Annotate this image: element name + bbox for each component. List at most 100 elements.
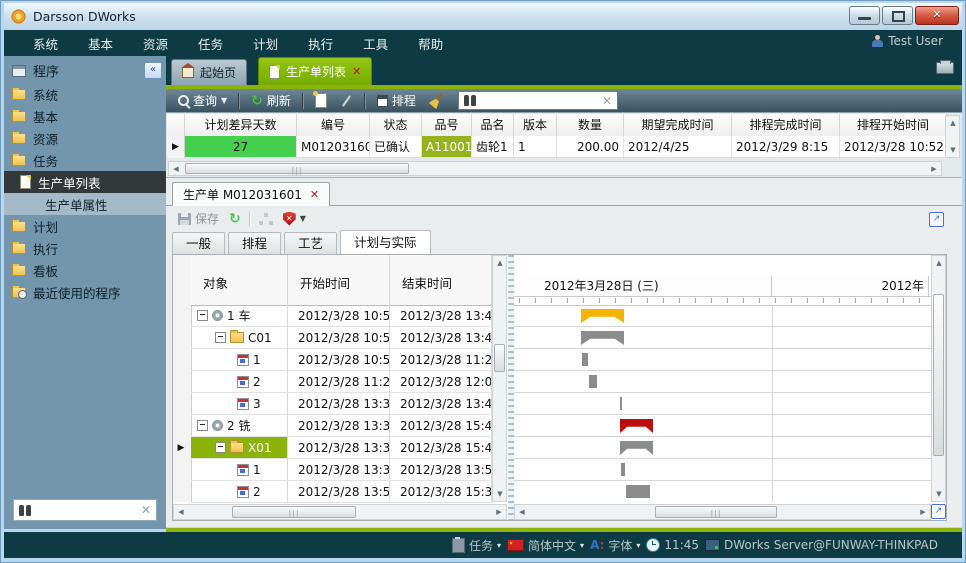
tree-column-header[interactable]: 开始时间 <box>288 255 390 305</box>
schedule-button[interactable]: 排程 <box>373 92 420 109</box>
tree-row[interactable]: 22012/3/28 11:222012/3/28 12:00 <box>191 371 492 393</box>
subtab-item[interactable]: 工艺 <box>284 232 337 254</box>
tab-production-order-list[interactable]: 生产单列表 ✕ <box>258 57 372 85</box>
column-header[interactable]: 编号 <box>297 114 370 136</box>
printer-icon[interactable] <box>936 62 954 74</box>
tree-vscroll-thumb[interactable] <box>494 344 505 372</box>
scroll-up-icon[interactable]: ▲ <box>946 116 960 130</box>
gantt-popout-icon[interactable]: ↗ <box>931 504 946 519</box>
column-header[interactable]: 期望完成时间 <box>624 114 732 136</box>
user-chip[interactable]: Test User <box>872 34 943 48</box>
scroll-left-icon[interactable]: ◀ <box>515 505 529 519</box>
detail-document-tab[interactable]: 生产单 M012031601 ✕ <box>172 182 330 206</box>
subtab-active[interactable]: 计划与实际 <box>340 230 431 254</box>
menu-item-2[interactable]: 资源 <box>128 34 183 53</box>
scroll-up-icon[interactable]: ▲ <box>493 256 507 270</box>
expander-collapse-icon[interactable] <box>197 420 208 431</box>
column-header[interactable]: 品号 <box>422 114 472 136</box>
sidebar-item[interactable]: 基本 <box>4 105 166 127</box>
grid-data-row[interactable]: ▶27M012031601已确认A11001齿轮11200.002012/4/2… <box>167 136 947 158</box>
expander-collapse-icon[interactable] <box>215 332 226 343</box>
column-header[interactable]: 版本 <box>514 114 557 136</box>
gantt-vscroll-thumb[interactable] <box>933 294 944 456</box>
tree-row[interactable]: X012012/3/28 13:302012/3/28 15:40 <box>191 437 492 459</box>
column-header[interactable]: 品名 <box>472 114 514 136</box>
close-button[interactable]: ✕ <box>915 6 959 25</box>
sidebar-item[interactable]: 最近使用的程序 <box>4 281 166 303</box>
gantt-hscrollbar[interactable]: ◀ ▶ <box>514 504 931 520</box>
tree-row[interactable]: 1 车2012/3/28 10:522012/3/28 13:40 <box>191 305 492 327</box>
font-menu[interactable]: A 字体 ▾ <box>590 537 640 554</box>
grid-hscrollbar[interactable]: ◀ ▶ <box>168 161 942 176</box>
tree-column-header[interactable]: 结束时间 <box>390 255 492 305</box>
scroll-left-icon[interactable]: ◀ <box>174 505 188 519</box>
menu-item-1[interactable]: 基本 <box>73 34 128 53</box>
popout-icon[interactable]: ↗ <box>929 212 944 227</box>
sidebar-item[interactable]: 生产单属性 <box>4 193 166 215</box>
scroll-up-icon[interactable]: ▲ <box>932 256 946 270</box>
menu-item-7[interactable]: 帮助 <box>403 34 458 53</box>
tab-close-icon[interactable]: ✕ <box>352 65 361 78</box>
sidebar-item[interactable]: 资源 <box>4 127 166 149</box>
gantt-bar[interactable] <box>626 485 650 498</box>
tree-row[interactable]: 22012/3/28 13:502012/3/28 15:30 <box>191 481 492 503</box>
clear-button[interactable] <box>425 93 449 109</box>
menu-item-5[interactable]: 执行 <box>293 34 348 53</box>
refresh-icon[interactable]: ↻ <box>229 213 241 225</box>
maximize-button[interactable] <box>882 6 913 25</box>
menu-item-3[interactable]: 任务 <box>183 34 238 53</box>
query-button[interactable]: 查询 ▼ <box>174 92 231 109</box>
column-header[interactable]: 排程完成时间 <box>732 114 840 136</box>
sidebar-search-box[interactable]: ✕ <box>13 499 157 521</box>
sidebar-search-clear-icon[interactable]: ✕ <box>141 503 151 517</box>
sidebar-item[interactable]: 系统 <box>4 83 166 105</box>
routing-icon[interactable] <box>259 213 273 225</box>
save-button[interactable]: 保存 <box>174 210 223 227</box>
gantt-vscrollbar[interactable]: ▲ ▼ <box>931 255 946 502</box>
toolbar-search-clear-icon[interactable]: ✕ <box>602 94 612 108</box>
sidebar-item[interactable]: 任务 <box>4 149 166 171</box>
scroll-down-icon[interactable]: ▼ <box>932 487 946 501</box>
validate-button[interactable]: ✕ ▼ <box>279 212 310 226</box>
detail-tab-close-icon[interactable]: ✕ <box>310 188 319 201</box>
column-header[interactable]: 状态 <box>370 114 422 136</box>
tab-home[interactable]: 起始页 <box>171 59 247 85</box>
refresh-button[interactable]: ↻ 刷新 <box>247 92 295 109</box>
grid-hscroll-thumb[interactable] <box>185 163 409 174</box>
tree-hscrollbar[interactable]: ◀ ▶ <box>173 504 507 520</box>
expander-collapse-icon[interactable] <box>215 442 226 453</box>
tree-hscroll-thumb[interactable] <box>232 506 356 518</box>
tree-row[interactable]: 32012/3/28 13:302012/3/28 13:40 <box>191 393 492 415</box>
sidebar-item[interactable]: 执行 <box>4 237 166 259</box>
scroll-left-icon[interactable]: ◀ <box>169 162 183 176</box>
minimize-button[interactable] <box>849 6 880 25</box>
gantt-bar[interactable] <box>589 375 597 388</box>
column-header[interactable]: 计划差异天数 <box>185 114 297 136</box>
column-header[interactable]: 排程开始时间 <box>840 114 947 136</box>
new-button[interactable] <box>311 93 331 108</box>
tree-vscrollbar[interactable]: ▲ ▼ <box>492 255 507 502</box>
language-menu[interactable]: 简体中文 ▾ <box>507 537 584 554</box>
edit-button[interactable] <box>336 100 357 102</box>
scroll-down-icon[interactable]: ▼ <box>493 487 507 501</box>
column-header[interactable]: 数量 <box>557 114 624 136</box>
tree-row[interactable]: 12012/3/28 13:302012/3/28 13:50 <box>191 459 492 481</box>
tree-row[interactable]: 2 铣2012/3/28 13:302012/3/28 15:40 <box>191 415 492 437</box>
tree-column-header[interactable]: 对象 <box>191 255 288 305</box>
gantt-bar[interactable] <box>620 397 622 410</box>
menu-item-0[interactable]: 系统 <box>18 34 73 53</box>
tree-row[interactable]: C012012/3/28 10:522012/3/28 13:40 <box>191 327 492 349</box>
sidebar-item[interactable]: 看板 <box>4 259 166 281</box>
scroll-right-icon[interactable]: ▶ <box>916 505 930 519</box>
gantt-bar[interactable] <box>621 463 625 476</box>
task-menu[interactable]: 任务 ▾ <box>452 537 501 554</box>
scroll-down-icon[interactable]: ▼ <box>946 143 960 157</box>
scroll-right-icon[interactable]: ▶ <box>927 162 941 176</box>
toolbar-search-box[interactable]: ✕ <box>458 91 618 110</box>
expander-collapse-icon[interactable] <box>197 310 208 321</box>
menu-item-4[interactable]: 计划 <box>238 34 293 53</box>
tree-row[interactable]: 12012/3/28 10:522012/3/28 11:22 <box>191 349 492 371</box>
gantt-hscroll-thumb[interactable] <box>655 506 777 518</box>
sidebar-item[interactable]: 生产单列表 <box>4 171 166 193</box>
menu-item-6[interactable]: 工具 <box>348 34 403 53</box>
